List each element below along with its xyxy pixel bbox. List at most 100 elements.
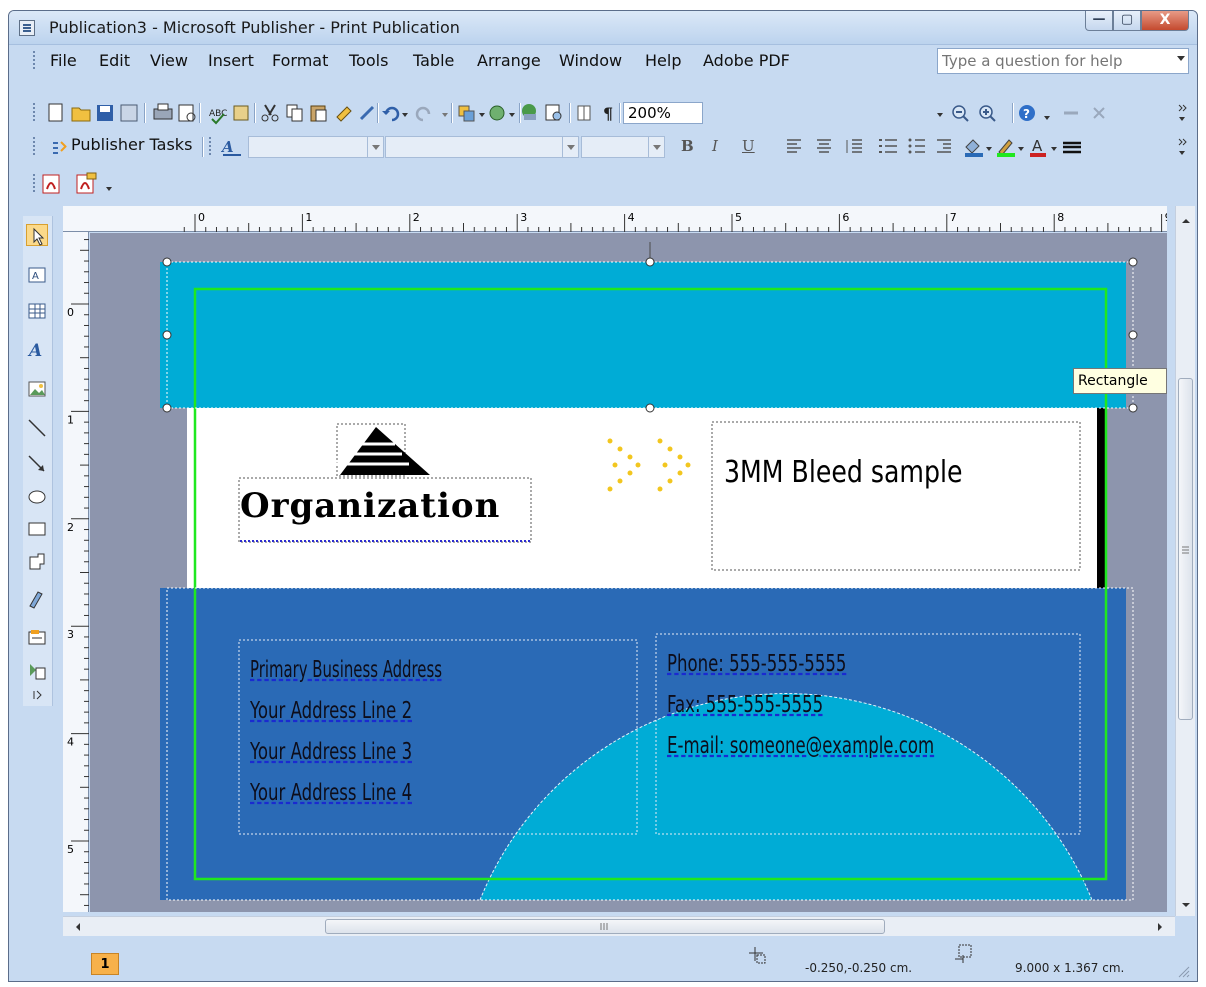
italic-button[interactable]: I	[712, 137, 718, 155]
numbering-icon[interactable]	[879, 139, 897, 153]
rectangle-tool[interactable]	[26, 518, 48, 540]
bold-button[interactable]: B	[681, 137, 694, 155]
scroll-down-icon[interactable]	[1177, 896, 1195, 914]
address-line-1[interactable]: Primary Business Address	[250, 657, 524, 698]
zoom-dropdown-icon[interactable]	[937, 113, 943, 117]
headline-text[interactable]: 3MM Bleed sample	[724, 455, 962, 490]
vertical-scroll-thumb[interactable]	[1178, 378, 1193, 720]
line-style-icon[interactable]	[1063, 141, 1081, 154]
horizontal-ruler[interactable]: 0 1 2 3 4 5 6 7 8 9	[63, 206, 1172, 232]
bring-to-front-icon[interactable]	[458, 105, 475, 122]
help-search-input[interactable]	[938, 49, 1163, 73]
redo-icon[interactable]	[415, 106, 431, 122]
more-tools-button[interactable]	[26, 688, 48, 702]
insert-table-tool[interactable]	[26, 300, 48, 322]
address-line-2[interactable]: Your Address Line 2	[250, 698, 524, 739]
new-icon[interactable]	[48, 103, 63, 122]
open-icon[interactable]	[71, 107, 91, 122]
arrange-dropdown-icon[interactable]	[479, 113, 485, 117]
font-color-dropdown-icon[interactable]	[1051, 147, 1057, 151]
menu-grip-icon[interactable]	[33, 51, 37, 69]
fill-color-icon[interactable]	[965, 139, 983, 157]
format-painter-icon[interactable]	[336, 106, 352, 122]
font-color-icon[interactable]: A	[1030, 137, 1046, 157]
font-dropdown-icon[interactable]	[562, 137, 578, 157]
phone-text[interactable]: Phone: 555-555-5555	[667, 651, 955, 692]
close-button[interactable]: X	[1141, 11, 1189, 31]
menu-arrange[interactable]: Arrange	[477, 51, 541, 70]
menu-adobe-pdf[interactable]: Adobe PDF	[703, 51, 790, 70]
zoom-in-icon[interactable]	[979, 105, 996, 122]
horizontal-scrollbar[interactable]	[63, 916, 1175, 936]
pdf-toolbar-grip-icon[interactable]	[33, 174, 37, 192]
formatting-toolbar-overflow-icon[interactable]	[1178, 138, 1187, 155]
zoom-out-icon[interactable]	[952, 105, 969, 122]
research-icon[interactable]	[233, 105, 249, 121]
menu-window[interactable]: Window	[559, 51, 622, 70]
select-objects-tool[interactable]	[26, 224, 48, 246]
oval-tool[interactable]	[26, 486, 48, 508]
rotate-dropdown-icon[interactable]	[509, 113, 515, 117]
insert-hyperlink-icon[interactable]	[522, 104, 536, 120]
undo-dropdown-icon[interactable]	[402, 113, 408, 117]
convert-and-email-pdf-icon[interactable]	[76, 172, 97, 194]
convert-to-pdf-icon[interactable]	[42, 174, 60, 194]
menu-format[interactable]: Format	[272, 51, 328, 70]
cut-icon[interactable]	[261, 104, 279, 122]
menu-tools[interactable]: Tools	[349, 51, 388, 70]
autoshapes-tool[interactable]	[26, 550, 48, 572]
help-search-box[interactable]	[937, 48, 1189, 74]
style-grip-icon[interactable]	[209, 137, 213, 155]
minimize-button[interactable]: —	[1085, 11, 1113, 31]
horizontal-scroll-thumb[interactable]	[325, 919, 885, 934]
align-left-icon[interactable]	[787, 139, 801, 153]
help-dropdown-icon[interactable]	[1177, 56, 1185, 61]
top-band-rectangle[interactable]	[160, 262, 1126, 408]
word-art-tool[interactable]: A	[26, 338, 48, 361]
styles-icon[interactable]: A	[221, 137, 243, 157]
menu-file[interactable]: File	[50, 51, 77, 70]
title-bar[interactable]: Publication3 - Microsoft Publisher - Pri…	[9, 11, 1197, 45]
publisher-tasks-button[interactable]: Publisher Tasks	[71, 135, 192, 154]
bullets-icon[interactable]	[908, 138, 926, 154]
print-icon[interactable]	[153, 103, 173, 120]
unlink-icon[interactable]	[1093, 107, 1105, 119]
undo-icon[interactable]	[382, 106, 400, 122]
line-color-icon[interactable]	[997, 139, 1015, 157]
font-combo[interactable]	[385, 136, 579, 158]
rotate-icon[interactable]	[489, 105, 505, 121]
font-size-combo[interactable]	[581, 136, 665, 158]
maximize-button[interactable]: ▢	[1113, 11, 1141, 31]
save-icon[interactable]	[97, 105, 113, 121]
scroll-right-icon[interactable]	[1151, 918, 1169, 936]
scroll-up-icon[interactable]	[1177, 212, 1195, 230]
text-box-tool[interactable]: A	[26, 264, 48, 286]
paint-brush-icon[interactable]	[359, 105, 375, 121]
paragraph-marks-icon[interactable]: ¶	[603, 104, 613, 123]
paste-icon[interactable]	[310, 105, 327, 122]
columns-icon[interactable]	[577, 105, 591, 121]
line-spacing-icon[interactable]	[846, 139, 862, 153]
organization-name[interactable]: Organization	[240, 486, 500, 526]
form-control-tool[interactable]	[26, 626, 48, 648]
line-tool[interactable]	[26, 416, 48, 438]
fax-text[interactable]: Fax: 555-555-5555	[667, 692, 955, 733]
line-color-dropdown-icon[interactable]	[1018, 147, 1024, 151]
standard-toolbar-overflow-icon[interactable]	[1178, 104, 1187, 121]
menu-help[interactable]: Help	[645, 51, 681, 70]
menu-view[interactable]: View	[150, 51, 188, 70]
align-center-icon[interactable]	[817, 139, 831, 153]
design-gallery-tool[interactable]	[26, 660, 48, 682]
web-preview-icon[interactable]	[120, 104, 138, 122]
formatting-toolbar-grip-icon[interactable]	[33, 137, 37, 155]
style-dropdown-icon[interactable]	[367, 137, 383, 157]
zoom-page-icon[interactable]	[545, 104, 562, 121]
copy-icon[interactable]	[286, 104, 303, 122]
font-size-dropdown-icon[interactable]	[648, 137, 664, 157]
zoom-combo[interactable]: 200%	[623, 102, 703, 124]
resize-grip-icon[interactable]	[1177, 965, 1191, 979]
indent-icon[interactable]	[937, 139, 951, 153]
email-text[interactable]: E-mail: someone@example.com	[667, 733, 955, 774]
menu-edit[interactable]: Edit	[99, 51, 130, 70]
menu-insert[interactable]: Insert	[208, 51, 254, 70]
